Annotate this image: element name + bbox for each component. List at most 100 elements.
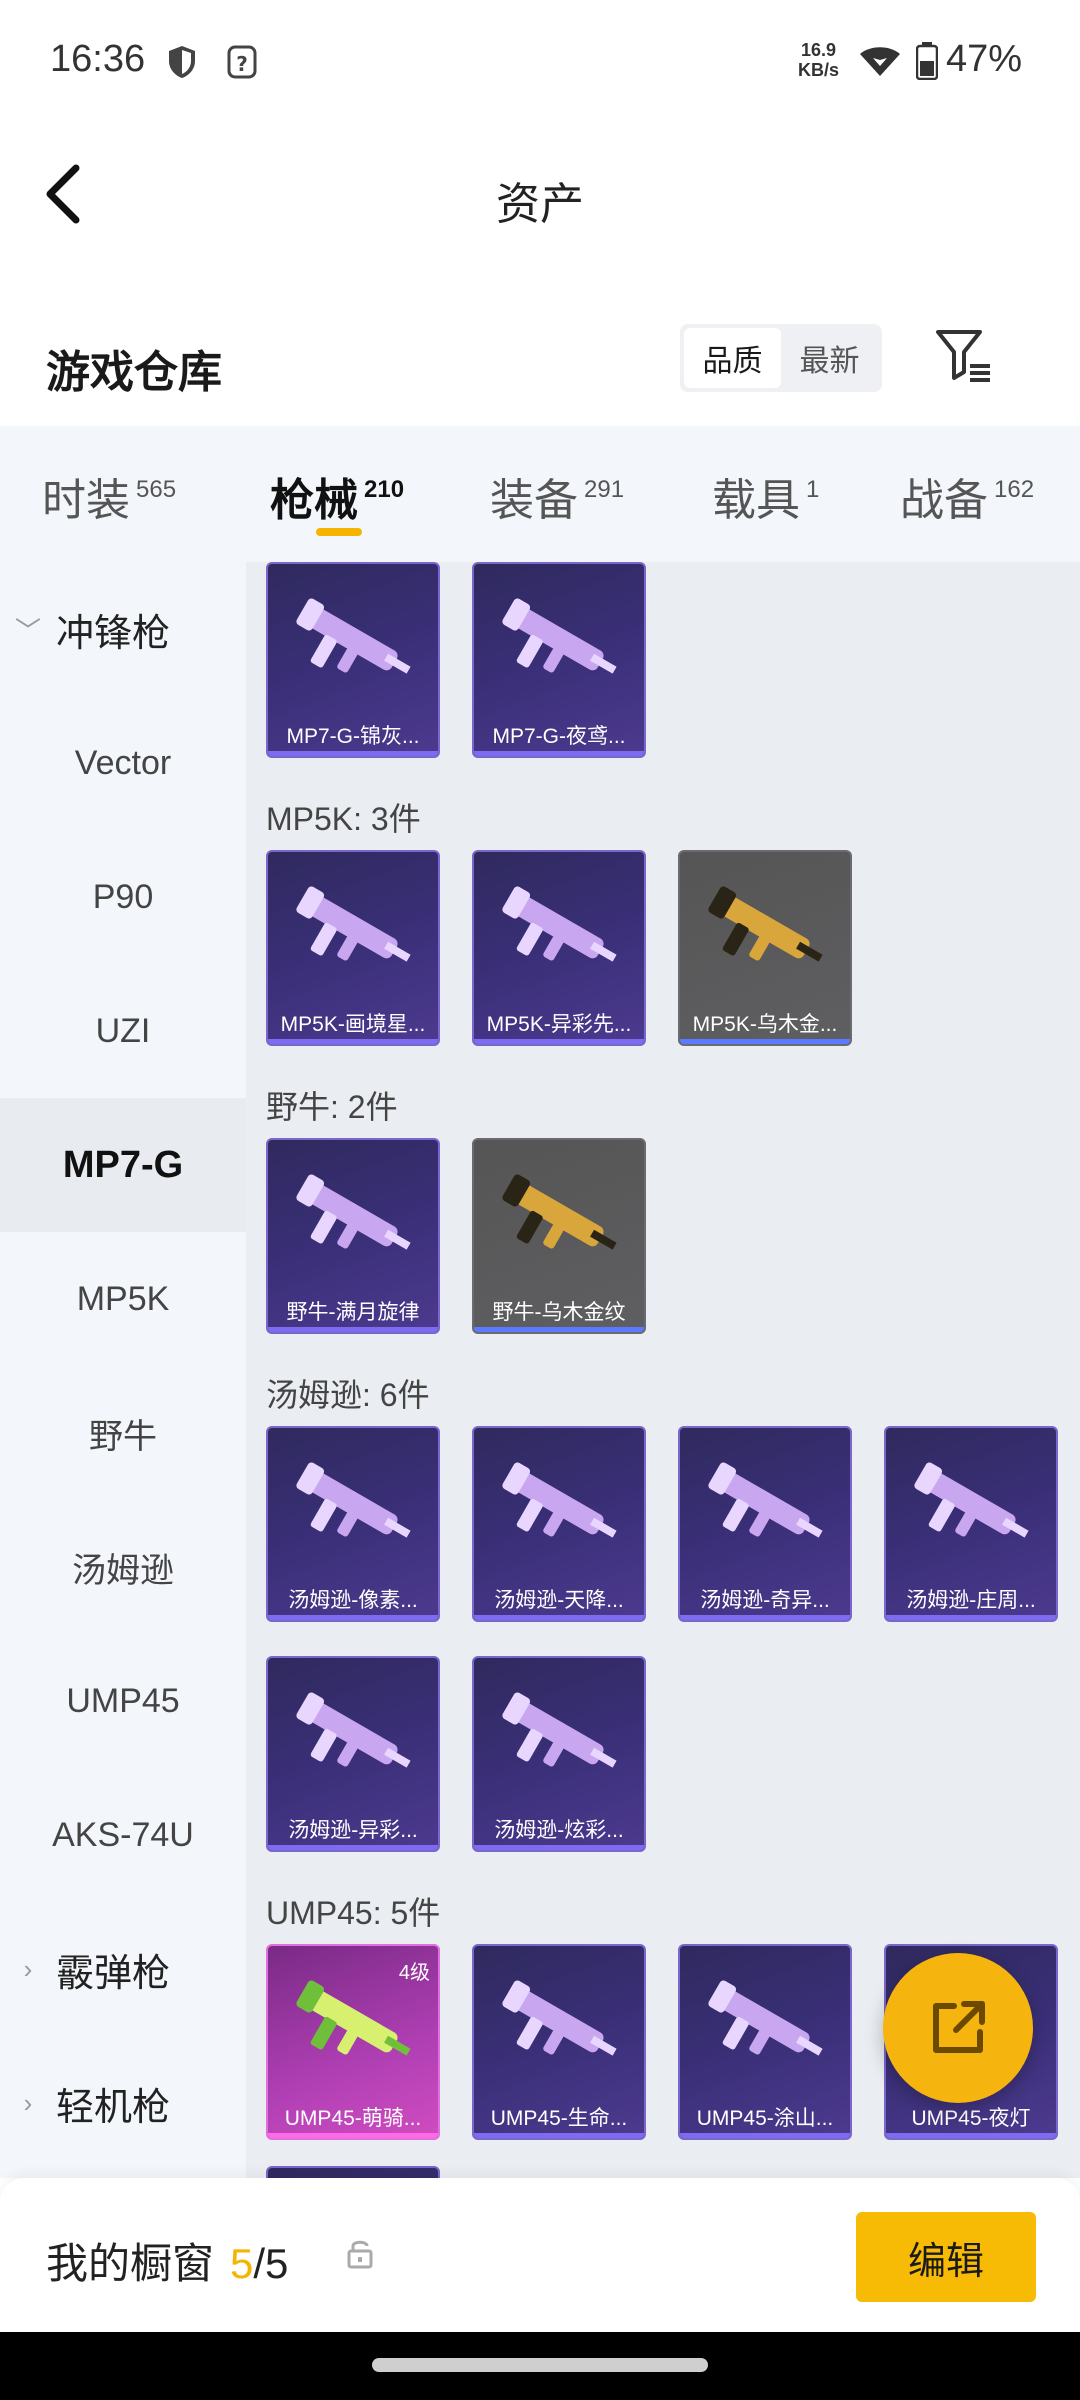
tab-vehicles[interactable]: 载具 1 (712, 464, 819, 528)
status-bar: 16:36 ? 16.9 KB/s 47% (0, 0, 1080, 120)
item-card[interactable] (266, 2166, 440, 2178)
sort-quality-button[interactable]: 品质 (684, 328, 781, 388)
shield-icon (169, 46, 195, 78)
item-name: 汤姆逊-异彩... (288, 1819, 418, 1842)
weapon-skin-image (296, 1174, 411, 1250)
item-card[interactable]: 野牛-满月旋律 (266, 1138, 440, 1334)
tab-label: 时装 (42, 476, 130, 525)
item-name: 野牛-满月旋律 (286, 1301, 420, 1324)
rarity-bar (474, 1327, 644, 1332)
category-tabs: 时装 565 枪械 210 装备 291 载具 1 战备 162 (0, 426, 1080, 562)
sidebar-item-thompson[interactable]: 汤姆逊 (0, 1500, 246, 1634)
item-card[interactable]: UMP45-生命... (472, 1944, 646, 2140)
tab-label: 枪械 (270, 476, 358, 525)
item-card[interactable]: 野牛-乌木金纹 (472, 1138, 646, 1334)
tab-count: 210 (364, 476, 405, 503)
rarity-bar (268, 1327, 438, 1332)
item-card[interactable]: 汤姆逊-奇异... (678, 1426, 852, 1622)
rarity-bar (268, 1845, 438, 1850)
item-name: UMP45-生命... (490, 2107, 628, 2130)
showcase-label: 我的橱窗 (46, 2240, 215, 2287)
item-card[interactable]: 汤姆逊-天降... (472, 1426, 646, 1622)
sidebar-item-vector[interactable]: Vector (0, 696, 246, 830)
sidebar-item-bison[interactable]: 野牛 (0, 1366, 246, 1500)
showcase-count-total: /5 (253, 2240, 289, 2287)
weapon-skin-image (502, 1174, 617, 1250)
sidebar-category-label: 轻机枪 (56, 2086, 171, 2129)
weapon-sidebar: ﹀ 冲锋枪 Vector P90 UZI MP7-G MP5K 野牛 汤姆逊 U… (0, 562, 246, 2178)
home-gesture-handle[interactable] (372, 2358, 708, 2372)
tab-count: 162 (994, 476, 1035, 503)
item-grid: MP7-G-锦灰... MP7-G-夜鸢... MP5K: 3件 MP5K-画境星..… (246, 562, 1080, 2178)
sort-newest-button[interactable]: 最新 (781, 328, 878, 388)
item-name: 汤姆逊-天降... (494, 1589, 624, 1612)
tab-fashion[interactable]: 时装 565 (42, 464, 176, 528)
item-card[interactable]: 汤姆逊-庄周... (884, 1426, 1058, 1622)
system-nav-bar (0, 2332, 1080, 2400)
weapon-skin-image (502, 1692, 617, 1768)
sidebar-item-uzi[interactable]: UZI (0, 964, 246, 1098)
item-card[interactable]: MP5K-乌木金... (678, 850, 852, 1046)
item-card[interactable]: MP7-G-夜鸢... (472, 562, 646, 758)
rarity-bar (680, 1615, 850, 1620)
rarity-bar (268, 2133, 438, 2138)
rarity-bar (268, 751, 438, 756)
battery-icon (916, 42, 938, 80)
sidebar-category-smg[interactable]: ﹀ 冲锋枪 (0, 562, 246, 696)
sidebar-category-shotgun[interactable]: › 霰弹枪 (0, 1902, 246, 2036)
rarity-bar (474, 2133, 644, 2138)
sidebar-category-label: 霰弹枪 (56, 1952, 171, 1995)
sidebar-item-mp5k[interactable]: MP5K (0, 1232, 246, 1366)
tab-count: 565 (136, 476, 177, 503)
showcase-bar: 我的橱窗 5/5 编辑 (0, 2178, 1080, 2332)
tab-firearms[interactable]: 枪械 210 (270, 464, 404, 528)
tab-count: 1 (806, 476, 820, 503)
group-label: 野牛: 2件 (266, 1089, 398, 1125)
weapon-skin-image (296, 1980, 411, 2056)
net-speed: 16.9 KB/s (798, 40, 839, 80)
sidebar-item-mp7g[interactable]: MP7-G (0, 1098, 246, 1232)
weapon-skin-image (502, 1980, 617, 2056)
share-external-icon (933, 2001, 985, 2053)
rarity-bar (474, 1615, 644, 1620)
net-speed-value: 16.9 (800, 40, 837, 60)
sidebar-category-lmg[interactable]: › 轻机枪 (0, 2036, 246, 2170)
item-card[interactable]: MP7-G-锦灰... (266, 562, 440, 758)
rarity-bar (474, 751, 644, 756)
status-time: 16:36 (50, 38, 146, 80)
page-title: 资产 (496, 180, 584, 229)
rarity-bar (474, 1845, 644, 1850)
weapon-skin-image (502, 598, 617, 674)
warehouse-title: 游戏仓库 (46, 348, 222, 397)
item-card[interactable]: 汤姆逊-炫彩... (472, 1656, 646, 1852)
item-name: UMP45-萌骑... (284, 2107, 422, 2130)
rarity-bar (886, 2133, 1056, 2138)
sidebar-item-ump45[interactable]: UMP45 (0, 1634, 246, 1768)
item-name: 汤姆逊-炫彩... (494, 1819, 624, 1842)
filter-icon[interactable] (934, 326, 994, 386)
rarity-bar (886, 1615, 1056, 1620)
sidebar-item-aks74u[interactable]: AKS-74U (0, 1768, 246, 1902)
group-label: 汤姆逊: 6件 (266, 1377, 430, 1413)
item-card[interactable]: 4级 UMP45-萌骑... (266, 1944, 440, 2140)
item-card[interactable]: UMP45-涂山... (678, 1944, 852, 2140)
rarity-bar (268, 1615, 438, 1620)
weapon-skin-image (708, 886, 823, 962)
sort-segmented-control: 品质 最新 (680, 324, 882, 392)
item-card[interactable]: 汤姆逊-像素... (266, 1426, 440, 1622)
showcase-label-group: 我的橱窗 5/5 (46, 2230, 288, 2291)
tab-equipment[interactable]: 装备 291 (490, 464, 624, 528)
item-card[interactable]: 汤姆逊-异彩... (266, 1656, 440, 1852)
weapon-skin-image (296, 1462, 411, 1538)
item-card[interactable]: MP5K-画境星... (266, 850, 440, 1046)
net-speed-unit: KB/s (798, 60, 840, 80)
item-name: MP5K-画境星... (280, 1013, 426, 1036)
item-card[interactable]: MP5K-异彩先... (472, 850, 646, 1046)
item-name: MP7-G-锦灰... (286, 725, 420, 748)
sidebar-item-p90[interactable]: P90 (0, 830, 246, 964)
share-fab-button[interactable] (883, 1953, 1033, 2103)
tab-supplies[interactable]: 战备 162 (900, 464, 1034, 528)
item-name: 汤姆逊-奇异... (700, 1589, 830, 1612)
edit-button[interactable]: 编辑 (856, 2212, 1036, 2302)
item-name: MP5K-异彩先... (486, 1013, 632, 1036)
